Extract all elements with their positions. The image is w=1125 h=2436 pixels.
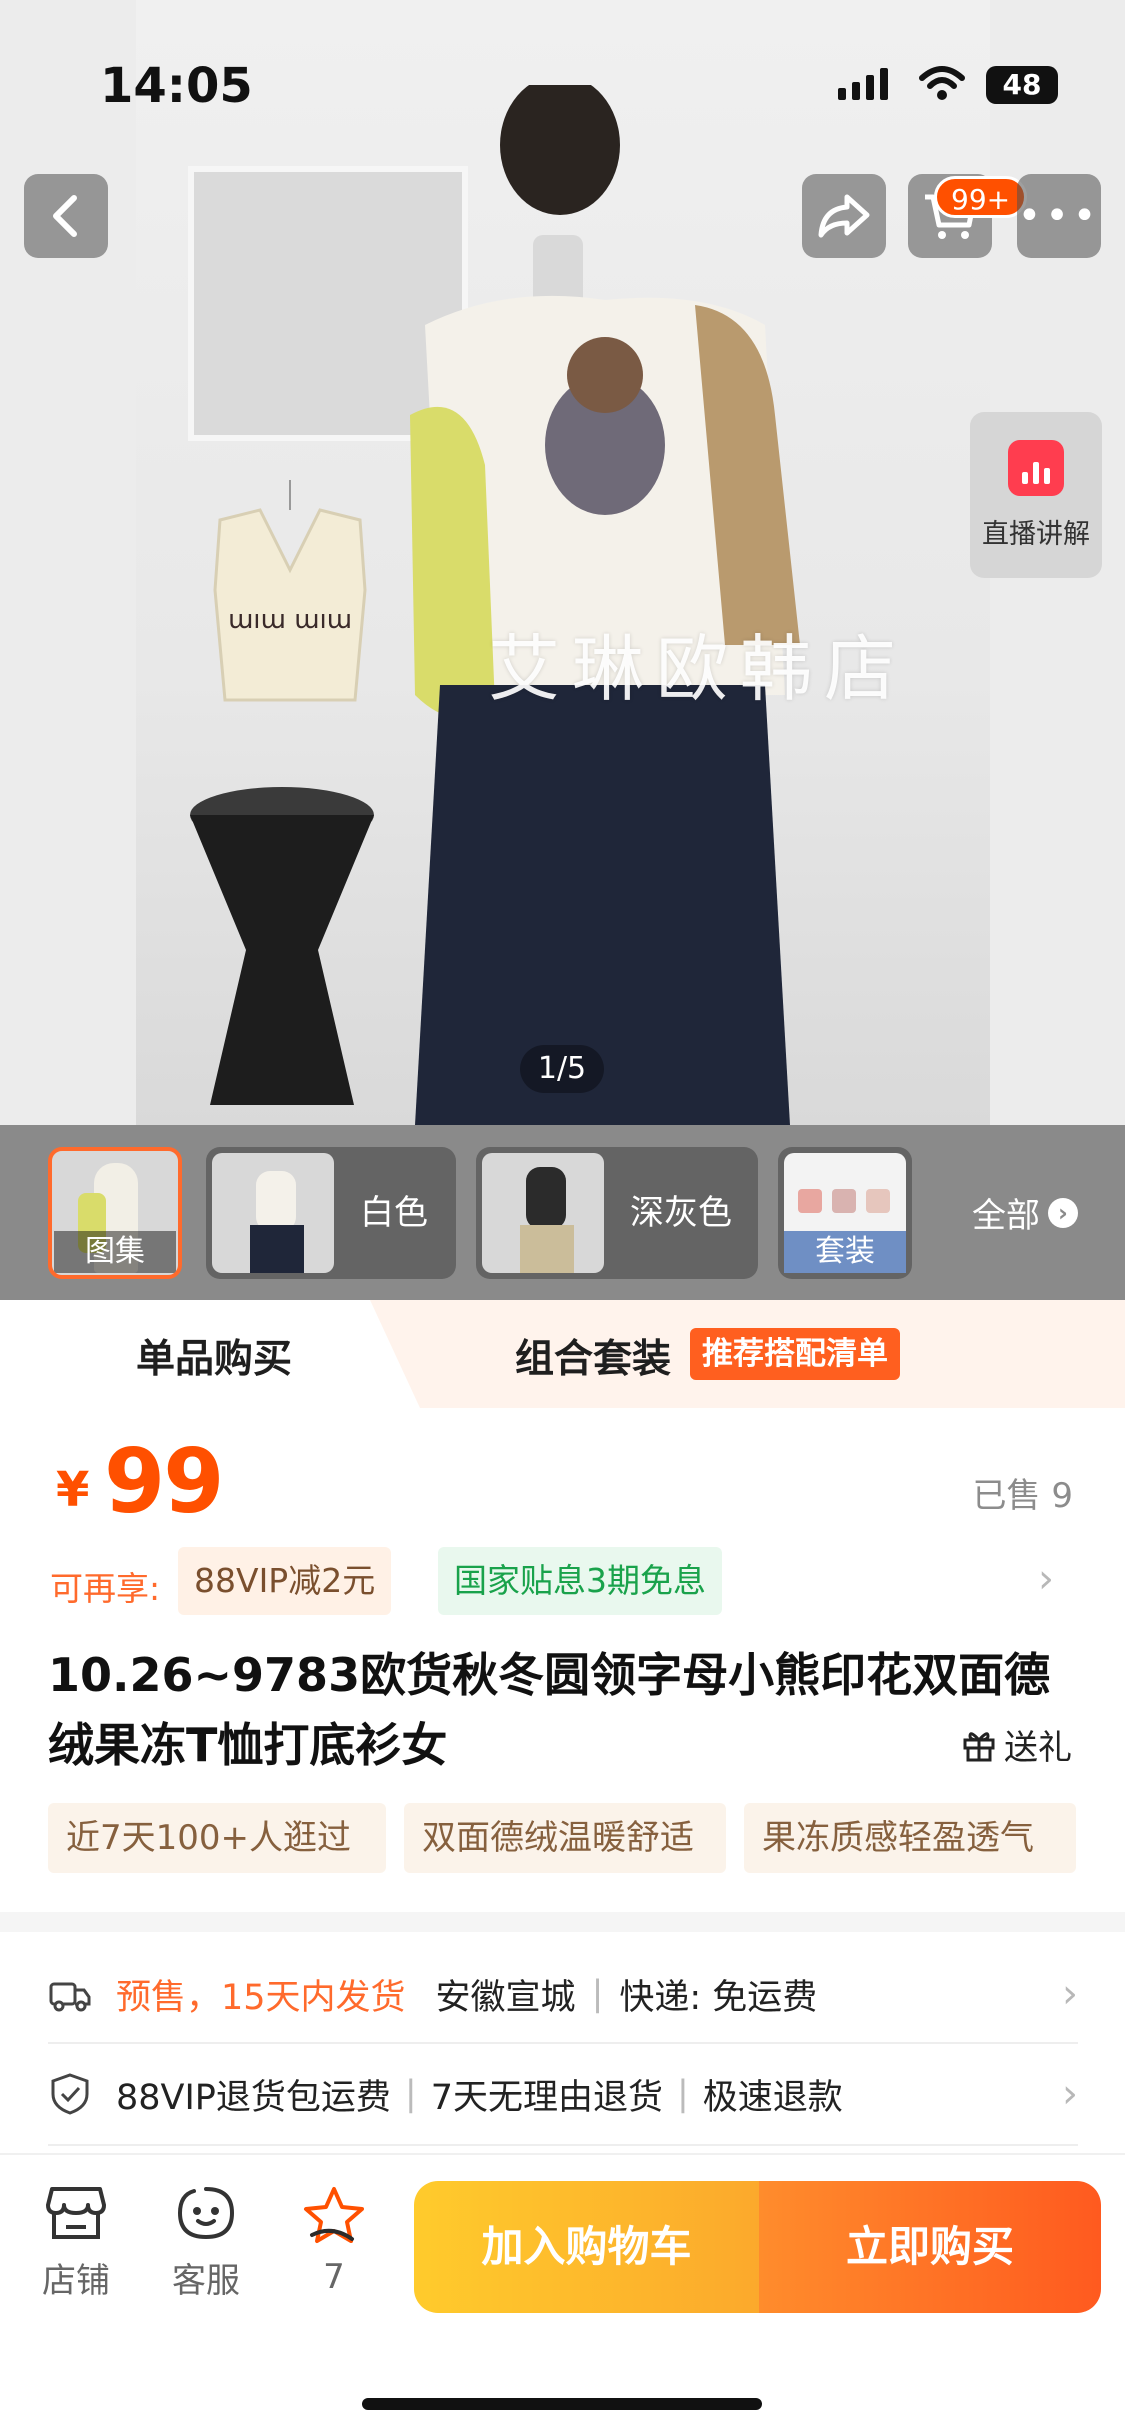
view-all-button[interactable]: 全部 › xyxy=(972,1125,1078,1300)
wifi-icon xyxy=(919,66,965,100)
favorite-button[interactable]: 7 xyxy=(284,2185,384,2297)
vest-image: ɯıɯ ɯıɯ xyxy=(213,480,367,702)
benefits-chevron-icon[interactable]: › xyxy=(1038,1556,1054,1602)
live-bars-icon xyxy=(1008,439,1064,496)
store-watermark: 艾琳欧韩店 xyxy=(488,627,909,711)
customer-service-button[interactable]: 客服 xyxy=(156,2185,256,2302)
add-to-cart-button[interactable]: 加入购物车 xyxy=(414,2181,759,2313)
battery-icon: 48 xyxy=(986,66,1058,104)
no-reason-return-text: 7天无理由退货 xyxy=(430,2077,663,2118)
row-divider xyxy=(48,2144,1078,2146)
divider: | xyxy=(677,2074,689,2114)
share-icon xyxy=(818,194,870,238)
chevron-right-icon: › xyxy=(1062,2071,1078,2117)
svg-text:ɯıɯ ɯıɯ: ɯıɯ ɯıɯ xyxy=(228,605,352,635)
thumb-set-label: 套装 xyxy=(784,1231,906,1273)
gift-button[interactable]: 送礼 xyxy=(962,1720,1072,1769)
battery-level: 48 xyxy=(1002,68,1042,101)
thumb-dark-gray[interactable]: 深灰色 xyxy=(476,1147,758,1279)
share-button[interactable] xyxy=(802,174,886,258)
thumb-gallery-label: 图集 xyxy=(54,1231,176,1273)
currency-symbol: ¥ xyxy=(56,1462,90,1518)
product-title: 10.26~9783欧货秋冬圆领字母小熊印花双面德绒果冻T恤打底衫女 xyxy=(48,1648,1051,1772)
shipping-row[interactable]: 预售，15天内发货 安徽宣城 | 快递: 免运费 › xyxy=(48,1944,1078,2044)
highlight-tag: 果冻质感轻盈透气 xyxy=(744,1803,1076,1873)
origin-text: 安徽宣城 xyxy=(435,1977,576,2018)
recommended-list-tag[interactable]: 推荐搭配清单 xyxy=(690,1328,900,1380)
vip-discount-chip[interactable]: 88VIP减2元 xyxy=(178,1547,392,1615)
status-time: 14:05 xyxy=(100,58,253,114)
thumb-white[interactable]: 白色 xyxy=(206,1147,456,1279)
thumb-set[interactable]: 套装 xyxy=(778,1147,912,1279)
gift-icon xyxy=(963,1731,995,1761)
thumb-gallery[interactable]: 图集 xyxy=(48,1147,182,1279)
bottom-action-bar: 店铺 客服 7 加入购物车 立即购买 xyxy=(0,2153,1125,2436)
chevron-right-icon: › xyxy=(1062,1971,1078,2017)
tab-single[interactable]: 单品购买 xyxy=(136,1328,292,1384)
live-explain-label: 直播讲解 xyxy=(982,518,1090,550)
shield-check-icon xyxy=(51,2073,89,2115)
chat-face-icon xyxy=(177,2187,235,2240)
store-button[interactable]: 店铺 xyxy=(26,2185,126,2302)
image-counter: 1/5 xyxy=(520,1045,604,1093)
thumb-white-image xyxy=(212,1153,334,1273)
signal-icon xyxy=(838,68,888,100)
purchase-mode-tabs: 单品购买 组合套装 推荐搭配清单 xyxy=(0,1300,1125,1408)
benefits-label: 可再享: xyxy=(50,1569,161,1608)
divider: | xyxy=(404,2074,417,2114)
services-row[interactable]: 88VIP退货包运费 | 7天无理由退货 | 极速退款 › xyxy=(48,2044,1078,2144)
live-explain-button[interactable]: 直播讲解 xyxy=(970,412,1102,578)
installment-chip[interactable]: 国家贴息3期免息 xyxy=(438,1547,722,1615)
customer-service-label: 客服 xyxy=(172,2261,240,2301)
chevron-left-icon xyxy=(53,195,77,237)
favorite-count: 7 xyxy=(323,2257,345,2297)
gift-label: 送礼 xyxy=(1004,1728,1072,1768)
view-all-label: 全部 xyxy=(972,1196,1040,1236)
presale-text: 预售，15天内发货 xyxy=(116,1977,406,2018)
thumb-dark-gray-label: 深灰色 xyxy=(630,1193,732,1233)
store-label: 店铺 xyxy=(42,2261,110,2301)
section-separator xyxy=(0,1912,1125,1932)
product-image-carousel[interactable]: ɯıɯ ɯıɯ 艾琳欧韩店 14:05 48 99+ ••• 直播讲解 1/5 xyxy=(0,0,1125,1125)
model-photo xyxy=(410,85,800,1125)
tab-combo[interactable]: 组合套装 xyxy=(515,1328,671,1384)
home-indicator xyxy=(362,2398,762,2410)
stool-image xyxy=(190,787,374,1105)
delivery-truck-icon xyxy=(49,1982,91,2012)
more-icon: ••• xyxy=(1017,193,1101,239)
buy-now-button[interactable]: 立即购买 xyxy=(759,2181,1101,2313)
sold-count: 已售 9 xyxy=(972,1476,1073,1516)
price-value: 99 xyxy=(104,1430,224,1533)
thumb-dark-gray-image xyxy=(482,1153,604,1273)
star-icon xyxy=(304,2187,364,2243)
cart-badge: 99+ xyxy=(934,176,1028,218)
highlight-tag: 近7天100+人逛过 xyxy=(48,1803,386,1873)
variant-thumbnail-strip: 图集 白色 深灰色 套装 全部 › xyxy=(0,1125,1125,1300)
more-button[interactable]: ••• xyxy=(1017,174,1101,258)
divider: | xyxy=(591,1974,604,2014)
highlight-tag: 双面德绒温暖舒适 xyxy=(404,1803,726,1873)
chevron-right-icon: › xyxy=(1048,1197,1078,1228)
vip-return-text: 88VIP退货包运费 xyxy=(116,2077,391,2118)
back-button[interactable] xyxy=(24,174,108,258)
store-icon xyxy=(46,2187,106,2239)
courier-text: 快递: 免运费 xyxy=(619,1977,818,2018)
thumb-white-label: 白色 xyxy=(360,1193,428,1233)
fast-refund-text: 极速退款 xyxy=(702,2077,843,2118)
